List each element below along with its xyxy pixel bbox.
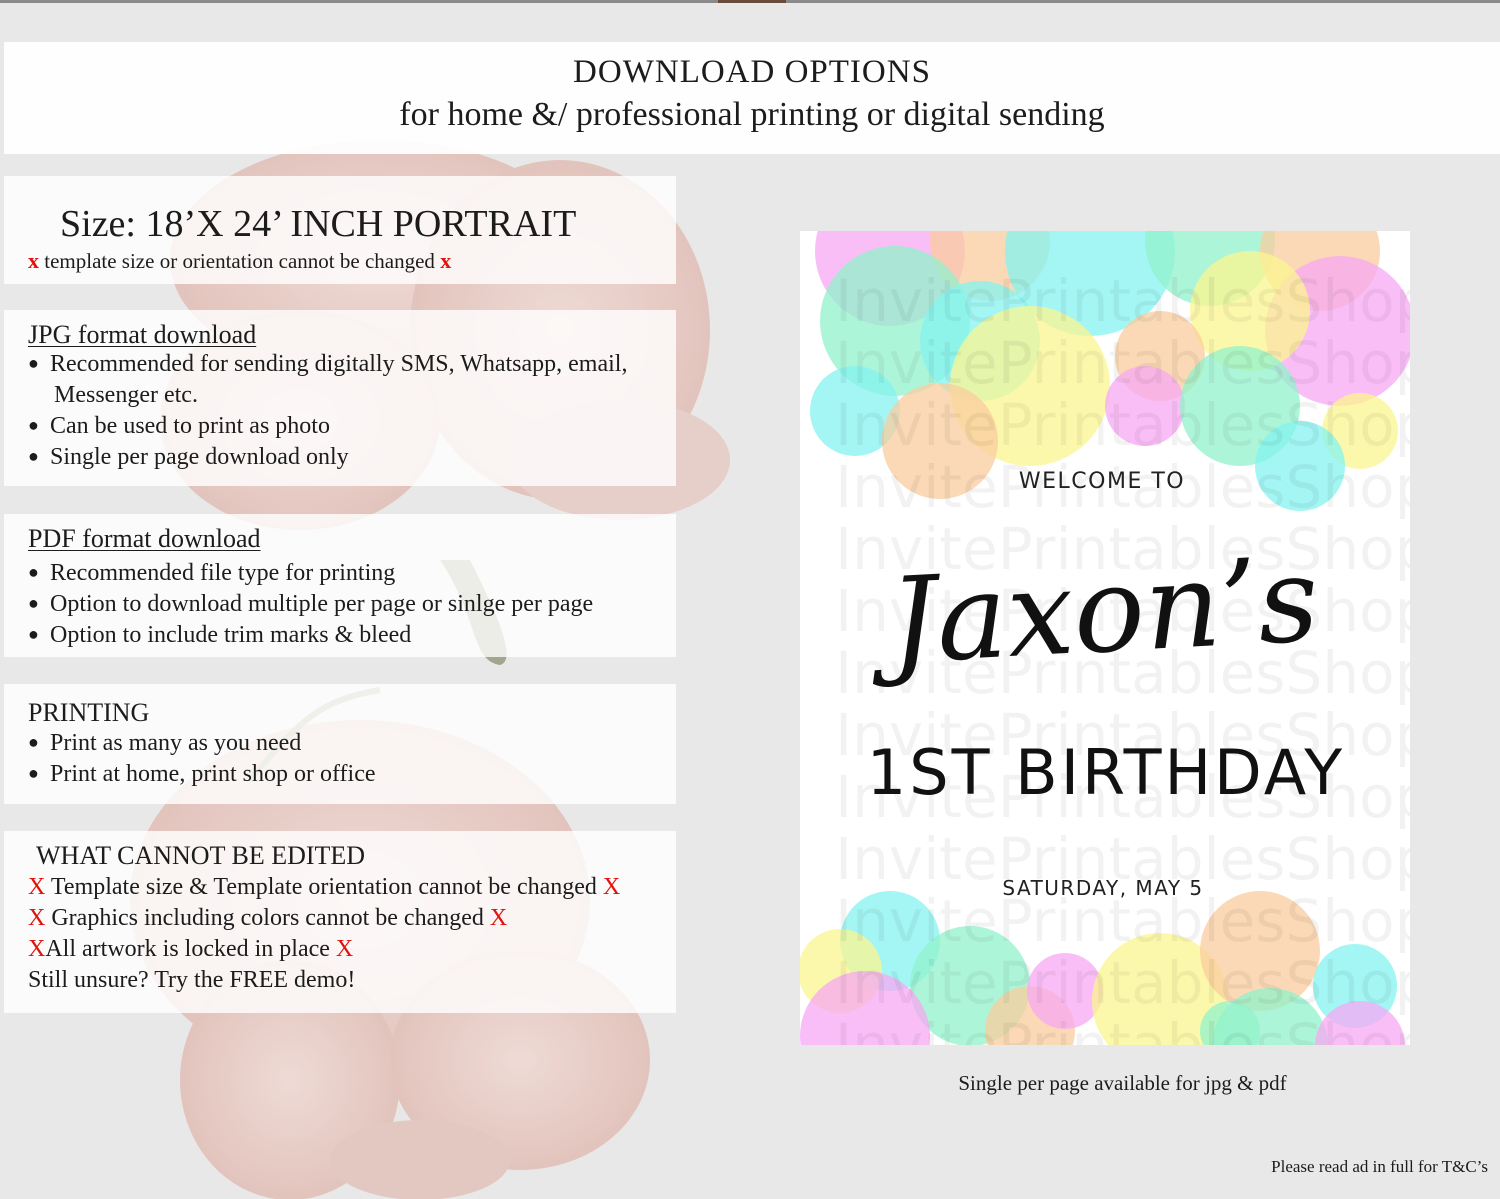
jpg-panel: JPG format download ● Recommended for sen…: [4, 310, 676, 486]
x-mark-icon: x: [28, 248, 39, 273]
list-item: ● Can be used to print as photo: [28, 413, 330, 439]
watermark-text: InvitePrintablesShop: [835, 391, 1410, 459]
x-mark-icon: X: [28, 936, 46, 962]
birthday-sign-preview: InvitePrintablesShop InvitePrintablesShop…: [800, 231, 1410, 1045]
list-item: ● Print at home, print shop or office: [28, 761, 376, 787]
terms-note: Please read ad in full for T&C’s: [1271, 1157, 1488, 1176]
watermark-text: InvitePrintablesShop: [835, 329, 1410, 397]
printing-heading: PRINTING: [28, 698, 150, 727]
watermark-text: InvitePrintablesShop: [835, 267, 1410, 335]
list-item: Messenger etc.: [54, 382, 198, 408]
list-item: ● Option to download multiple per page or…: [28, 591, 594, 617]
pdf-panel: PDF format download ● Recommended file ty…: [4, 514, 676, 657]
list-item: ● Recommended file type for printing: [28, 560, 396, 586]
page-title: DOWNLOAD OPTIONS: [573, 54, 931, 90]
list-item: X Graphics including colors cannot be ch…: [28, 905, 508, 931]
bullet-icon: ●: [28, 446, 39, 466]
welcome-text: WELCOME TO: [1019, 469, 1185, 494]
x-mark-icon: X: [489, 905, 508, 931]
list-item: XAll artwork is locked in place X: [28, 936, 354, 962]
cannot-edit-panel: WHAT CANNOT BE EDITED X Template size & …: [4, 831, 676, 1013]
cannot-edit-heading: WHAT CANNOT BE EDITED: [36, 841, 366, 870]
bullet-icon: ●: [28, 763, 39, 783]
event-date: SATURDAY, MAY 5: [1002, 876, 1203, 900]
x-mark-icon: X: [335, 936, 354, 962]
list-item: ● Print as many as you need: [28, 730, 302, 756]
watermark-text: InvitePrintablesShop: [835, 1011, 1410, 1045]
printing-panel: PRINTING ● Print as many as you need ● Pri…: [4, 684, 676, 804]
list-item: ● Option to include trim marks & bleed: [28, 622, 412, 648]
list-item: ● Single per page download only: [28, 444, 349, 470]
size-note: x template size or orientation cannot be…: [28, 248, 451, 274]
size-heading: Size: 18’X 24’ INCH PORTRAIT: [60, 203, 577, 245]
bullet-icon: ●: [28, 624, 39, 644]
preview-caption: Single per page available for jpg & pdf: [958, 1071, 1287, 1095]
size-panel: Size: 18’X 24’ INCH PORTRAIT x template …: [4, 176, 676, 284]
preview-artwork: InvitePrintablesShopInvitePrintablesShop…: [800, 231, 1410, 1045]
x-mark-icon: x: [440, 248, 452, 273]
bullet-icon: ●: [28, 732, 39, 752]
watermark-text: InvitePrintablesShop: [835, 949, 1410, 1017]
event-title: 1ST BIRTHDAY: [867, 736, 1345, 809]
demo-note: Still unsure? Try the FREE demo!: [28, 967, 356, 993]
bullet-icon: ●: [28, 593, 39, 613]
list-item: ● Recommended for sending digitally SMS, …: [28, 351, 628, 377]
x-mark-icon: X: [28, 905, 46, 931]
bullet-icon: ●: [28, 562, 39, 582]
pdf-heading: PDF format download: [28, 524, 261, 553]
child-name: Jaxon’s: [866, 530, 1322, 691]
x-mark-icon: X: [28, 874, 46, 900]
list-item: X Template size & Template orientation c…: [28, 874, 621, 900]
x-mark-icon: X: [602, 874, 621, 900]
size-note-text: template size or orientation cannot be c…: [44, 249, 435, 273]
jpg-heading: JPG format download: [28, 320, 257, 349]
bullet-icon: ●: [28, 415, 39, 435]
bullet-icon: ●: [28, 353, 39, 373]
header-banner: DOWNLOAD OPTIONS for home &/ professiona…: [4, 42, 1500, 154]
page-subtitle: for home &/ professional printing or dig…: [399, 96, 1105, 133]
